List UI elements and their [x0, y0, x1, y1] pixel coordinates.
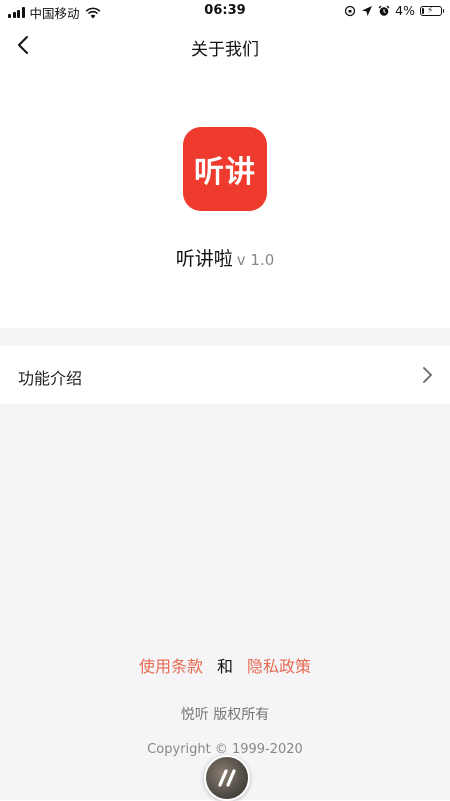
terms-link[interactable]: 使用条款 — [139, 657, 203, 676]
feature-intro-item[interactable]: 功能介绍 — [0, 346, 450, 404]
charging-bolt-icon: ⚡ — [427, 5, 434, 16]
header: 关于我们 — [0, 22, 450, 68]
location-icon — [362, 5, 373, 16]
battery-level-fill — [422, 7, 424, 14]
floating-avatar-button[interactable] — [204, 755, 250, 801]
conjunction-text: 和 — [216, 657, 233, 676]
chevron-right-icon — [423, 367, 432, 383]
orientation-lock-icon — [345, 5, 356, 16]
floating-avatar-icon — [218, 769, 236, 787]
section-divider — [0, 328, 450, 346]
app-name-row: 听讲啦 v 1.0 — [0, 244, 450, 271]
app-name: 听讲啦 — [175, 248, 233, 270]
battery-icon: ⚡ — [420, 5, 444, 16]
status-bar: 中国移动 06:39 4% ⚡ — [0, 0, 450, 22]
feature-intro-label: 功能介绍 — [18, 369, 83, 388]
legal-links: 使用条款和隐私政策 — [0, 653, 450, 677]
page-title: 关于我们 — [191, 40, 259, 60]
status-right: 4% ⚡ — [344, 3, 444, 18]
privacy-link[interactable]: 隐私政策 — [247, 657, 311, 676]
app-logo-text: 听讲 — [194, 155, 256, 190]
battery-percent: 4% — [395, 3, 415, 18]
copyright-owner: 悦听 版权所有 — [180, 707, 270, 723]
app-logo: 听讲 — [183, 127, 267, 211]
alarm-icon — [378, 5, 390, 16]
app-version: v 1.0 — [236, 251, 275, 269]
lower-area — [0, 404, 450, 800]
